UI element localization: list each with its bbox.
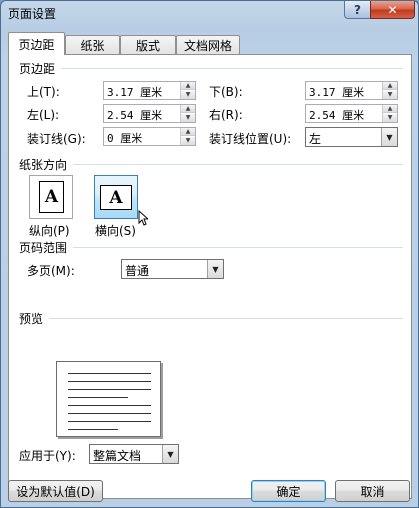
gutter-value: 0 厘米 [107, 132, 143, 145]
gutter-position-value: 左 [309, 132, 322, 146]
spin-arrows-icon[interactable]: ▲ ▼ [180, 82, 195, 99]
left-margin-value: 2.54 厘米 [107, 109, 163, 122]
top-margin-spinner[interactable]: 3.17 厘米 ▲ ▼ [103, 81, 196, 100]
landscape-page-icon: A [100, 185, 132, 210]
margins-section-title: 页边距 [19, 62, 56, 76]
top-margin-label: 上(T): [27, 85, 60, 99]
gutter-spinner[interactable]: 0 厘米 ▲ ▼ [103, 127, 196, 146]
ok-button[interactable]: 确定 [251, 480, 326, 502]
apply-to-select[interactable]: 整篇文档 ▼ [89, 444, 179, 464]
preview-text-line [68, 405, 151, 406]
spin-arrows-icon[interactable]: ▲ ▼ [382, 82, 397, 99]
bottom-margin-value: 3.17 厘米 [309, 86, 365, 99]
page-preview [56, 361, 161, 437]
multiple-pages-label: 多页(M): [27, 264, 75, 278]
close-button[interactable]: ✕ [370, 1, 415, 19]
tab-panel-margins: 页边距 上(T): 3.17 厘米 ▲ ▼ 下(B): 3.17 厘米 ▲ ▼ 左(… [8, 54, 412, 499]
preview-text-line [68, 413, 151, 414]
chevron-down-icon[interactable]: ▼ [207, 260, 223, 278]
gutter-label: 装订线(G): [27, 132, 86, 146]
landscape-option[interactable]: A [94, 175, 138, 219]
dialog-title: 页面设置 [8, 7, 57, 21]
apply-to-value: 整篇文档 [93, 449, 142, 463]
left-margin-label: 左(L): [27, 108, 60, 122]
pages-section-title: 页码范围 [19, 241, 68, 255]
portrait-option[interactable]: A [29, 175, 73, 219]
gutter-position-label: 装订线位置(U): [209, 132, 292, 146]
tab-strip: 页边距 纸张 版式 文档网格 [8, 32, 412, 55]
multiple-pages-value: 普通 [125, 264, 150, 278]
preview-text-line [68, 373, 151, 374]
bottom-margin-spinner[interactable]: 3.17 厘米 ▲ ▼ [305, 81, 398, 100]
right-margin-label: 右(R): [209, 108, 243, 122]
tab-paper[interactable]: 纸张 [65, 35, 120, 54]
preview-text-line [68, 381, 151, 382]
orientation-section-title: 纸张方向 [19, 158, 68, 172]
title-bar: 页面设置 ? ✕ [1, 1, 418, 27]
section-divider [73, 247, 403, 248]
preview-text-line [68, 389, 151, 390]
preview-text-line [68, 421, 151, 422]
spin-arrows-icon[interactable]: ▲ ▼ [382, 105, 397, 122]
spin-arrows-icon[interactable]: ▲ ▼ [180, 105, 195, 122]
apply-to-label: 应用于(Y): [19, 449, 76, 463]
preview-section-title: 预览 [19, 312, 44, 326]
top-margin-value: 3.17 厘米 [107, 86, 163, 99]
bottom-margin-label: 下(B): [209, 85, 243, 99]
chevron-down-icon[interactable]: ▼ [162, 445, 178, 463]
dialog-client: 页边距 纸张 版式 文档网格 页边距 上(T): 3.17 厘米 ▲ ▼ 下(B)… [8, 32, 412, 502]
multiple-pages-select[interactable]: 普通 ▼ [121, 259, 224, 279]
preview-text-line [68, 429, 118, 430]
preview-text-line [68, 397, 128, 398]
help-button[interactable]: ? [344, 1, 371, 19]
chevron-down-icon[interactable]: ▼ [381, 128, 397, 146]
set-default-button[interactable]: 设为默认值(D) [8, 480, 103, 502]
portrait-page-icon: A [39, 181, 64, 213]
right-margin-value: 2.54 厘米 [309, 109, 365, 122]
tab-document-grid[interactable]: 文档网格 [176, 35, 240, 54]
tab-margins[interactable]: 页边距 [8, 32, 65, 55]
section-divider [49, 318, 403, 319]
cancel-button[interactable]: 取消 [335, 480, 410, 502]
mouse-pointer-icon [138, 210, 148, 226]
spin-arrows-icon[interactable]: ▲ ▼ [180, 128, 195, 145]
portrait-label: 纵向(P) [29, 224, 70, 238]
section-divider [61, 68, 403, 69]
page-setup-dialog: 页面设置 ? ✕ 页边距 纸张 版式 文档网格 页边距 上(T): 3.17 厘… [0, 0, 419, 508]
left-margin-spinner[interactable]: 2.54 厘米 ▲ ▼ [103, 104, 196, 123]
right-margin-spinner[interactable]: 2.54 厘米 ▲ ▼ [305, 104, 398, 123]
tab-layout[interactable]: 版式 [120, 35, 176, 54]
landscape-label: 横向(S) [95, 224, 136, 238]
gutter-position-select[interactable]: 左 ▼ [305, 127, 398, 147]
section-divider [73, 164, 403, 165]
